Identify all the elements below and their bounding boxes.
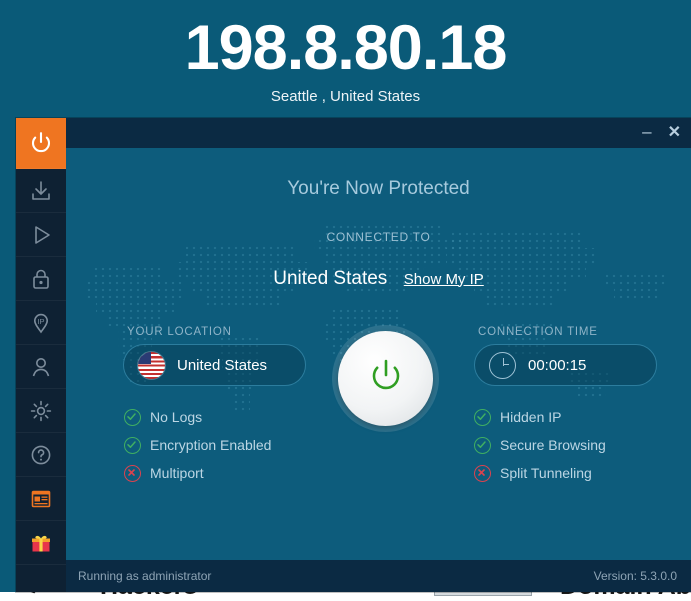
window-controls: – ✕ bbox=[642, 118, 681, 148]
feature-label: No Logs bbox=[150, 409, 203, 425]
news-icon bbox=[29, 487, 53, 511]
location-selector-value: United States bbox=[177, 356, 268, 374]
user-icon bbox=[29, 355, 53, 379]
power-icon bbox=[28, 130, 54, 156]
show-my-ip-link[interactable]: Show My IP bbox=[404, 271, 484, 288]
sidebar-item-streaming[interactable] bbox=[16, 213, 66, 257]
location-selector[interactable]: United States bbox=[123, 344, 306, 386]
check-icon bbox=[474, 436, 491, 454]
play-icon bbox=[29, 223, 53, 247]
status-bar: Running as administrator Version: 5.3.0.… bbox=[66, 560, 691, 592]
sidebar-item-download[interactable] bbox=[16, 169, 66, 213]
feature-label: Encryption Enabled bbox=[150, 437, 272, 453]
feature-row: Multiport bbox=[124, 459, 271, 487]
help-icon bbox=[29, 443, 53, 467]
feature-row: Hidden IP bbox=[474, 403, 606, 431]
sidebar-item-help[interactable] bbox=[16, 433, 66, 477]
cross-icon bbox=[124, 464, 141, 482]
ip-location-display: Seattle , United States bbox=[270, 88, 421, 105]
main-content: You're Now Protected CONNECTED TO United… bbox=[66, 148, 691, 560]
connection-time-label: CONNECTION TIME bbox=[478, 326, 598, 338]
sidebar-item-ip[interactable]: IP bbox=[16, 301, 66, 345]
sidebar-item-news[interactable] bbox=[16, 477, 66, 521]
feature-label: Hidden IP bbox=[500, 409, 562, 425]
status-admin-text: Running as administrator bbox=[78, 569, 212, 583]
feature-label: Split Tunneling bbox=[500, 465, 592, 481]
connection-time-value: 00:00:15 bbox=[528, 356, 587, 374]
gear-icon bbox=[29, 399, 53, 423]
sidebar: IP bbox=[16, 118, 66, 592]
sidebar-item-security[interactable] bbox=[16, 257, 66, 301]
power-icon bbox=[364, 354, 408, 403]
cross-icon bbox=[474, 464, 491, 482]
ip-address-display: 198.8.80.18 bbox=[184, 13, 508, 83]
gift-icon bbox=[29, 531, 53, 555]
lock-icon bbox=[29, 267, 53, 291]
sidebar-item-account[interactable] bbox=[16, 345, 66, 389]
connected-country-name: United States bbox=[273, 268, 388, 289]
status-version-text: Version: 5.3.0.0 bbox=[593, 569, 677, 583]
check-icon bbox=[124, 408, 141, 426]
connected-to-label: CONNECTED TO bbox=[326, 230, 431, 244]
feature-row: Encryption Enabled bbox=[124, 431, 271, 459]
check-icon bbox=[124, 436, 141, 454]
vpn-window: IP – ✕ You're Now Protected CONNECTED TO… bbox=[16, 118, 691, 592]
svg-text:IP: IP bbox=[37, 317, 44, 326]
check-icon bbox=[474, 408, 491, 426]
clock-icon bbox=[489, 351, 516, 379]
close-button[interactable]: ✕ bbox=[668, 125, 681, 141]
ip-header: 198.8.80.18 Seattle , United States bbox=[0, 0, 691, 118]
feature-label: Secure Browsing bbox=[500, 437, 606, 453]
feature-row: Split Tunneling bbox=[474, 459, 606, 487]
connection-time-display: 00:00:15 bbox=[474, 344, 657, 386]
sidebar-item-settings[interactable] bbox=[16, 389, 66, 433]
us-flag-icon bbox=[138, 351, 165, 379]
feature-row: Secure Browsing bbox=[474, 431, 606, 459]
connection-status-title: You're Now Protected bbox=[287, 178, 470, 199]
connected-country-row: United States Show My IP bbox=[66, 268, 691, 290]
feature-label: Multiport bbox=[150, 465, 204, 481]
feature-list-right: Hidden IP Secure Browsing Split Tunneling bbox=[474, 403, 606, 487]
feature-row: No Logs bbox=[124, 403, 271, 431]
window-titlebar: – ✕ bbox=[66, 118, 691, 148]
ip-pin-icon: IP bbox=[29, 311, 53, 335]
minimize-button[interactable]: – bbox=[642, 123, 651, 140]
connect-power-button[interactable] bbox=[338, 331, 433, 426]
sidebar-item-power[interactable] bbox=[16, 118, 66, 169]
download-icon bbox=[29, 179, 53, 203]
feature-list-left: No Logs Encryption Enabled Multiport bbox=[124, 403, 271, 487]
sidebar-item-offers[interactable] bbox=[16, 521, 66, 565]
your-location-label: YOUR LOCATION bbox=[127, 326, 232, 338]
